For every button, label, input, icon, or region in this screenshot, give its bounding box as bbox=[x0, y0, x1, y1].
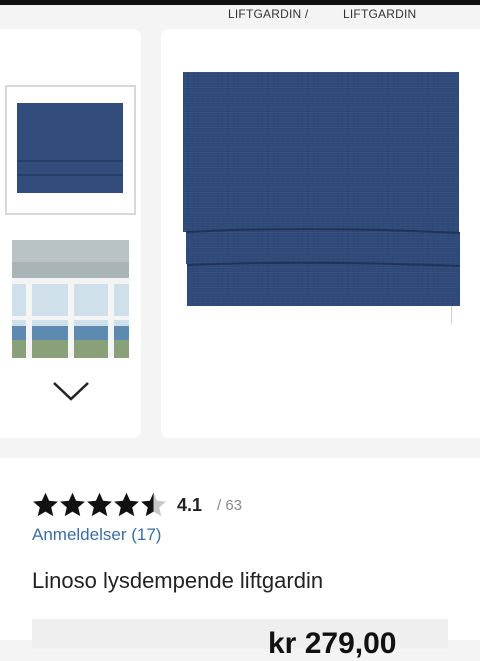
breadcrumb-current: LIFTGARDIN bbox=[343, 7, 417, 21]
star-full-icon bbox=[114, 492, 139, 517]
main-product-image[interactable] bbox=[161, 29, 480, 438]
star-full-icon bbox=[87, 492, 112, 517]
thumbnail-selected[interactable] bbox=[5, 85, 136, 215]
product-info: 4.1 / 63 Anmeldelser (17) Linoso lysdemp… bbox=[0, 458, 480, 660]
star-full-icon bbox=[60, 492, 85, 517]
reviews-link[interactable]: Anmeldelser (17) bbox=[32, 525, 161, 545]
thumbnail-column bbox=[0, 29, 141, 438]
star-full-icon bbox=[33, 492, 58, 517]
product-price: kr 279,00 bbox=[268, 627, 397, 660]
star-half-icon bbox=[141, 492, 166, 517]
rating-value: 4.1 bbox=[177, 495, 203, 515]
rating-count: / 63 bbox=[217, 497, 243, 514]
breadcrumb-item-liftgardin[interactable]: LIFTGARDIN / bbox=[228, 7, 308, 21]
product-title: Linoso lysdempende liftgardin bbox=[32, 568, 324, 593]
thumbnail-window[interactable] bbox=[12, 240, 129, 358]
star-rating bbox=[32, 491, 167, 517]
price-box: kr 279,00 bbox=[32, 619, 448, 660]
chevron-down-icon[interactable] bbox=[52, 379, 90, 403]
breadcrumb: LIFTGARDIN / LIFTGARDIN bbox=[0, 5, 480, 23]
